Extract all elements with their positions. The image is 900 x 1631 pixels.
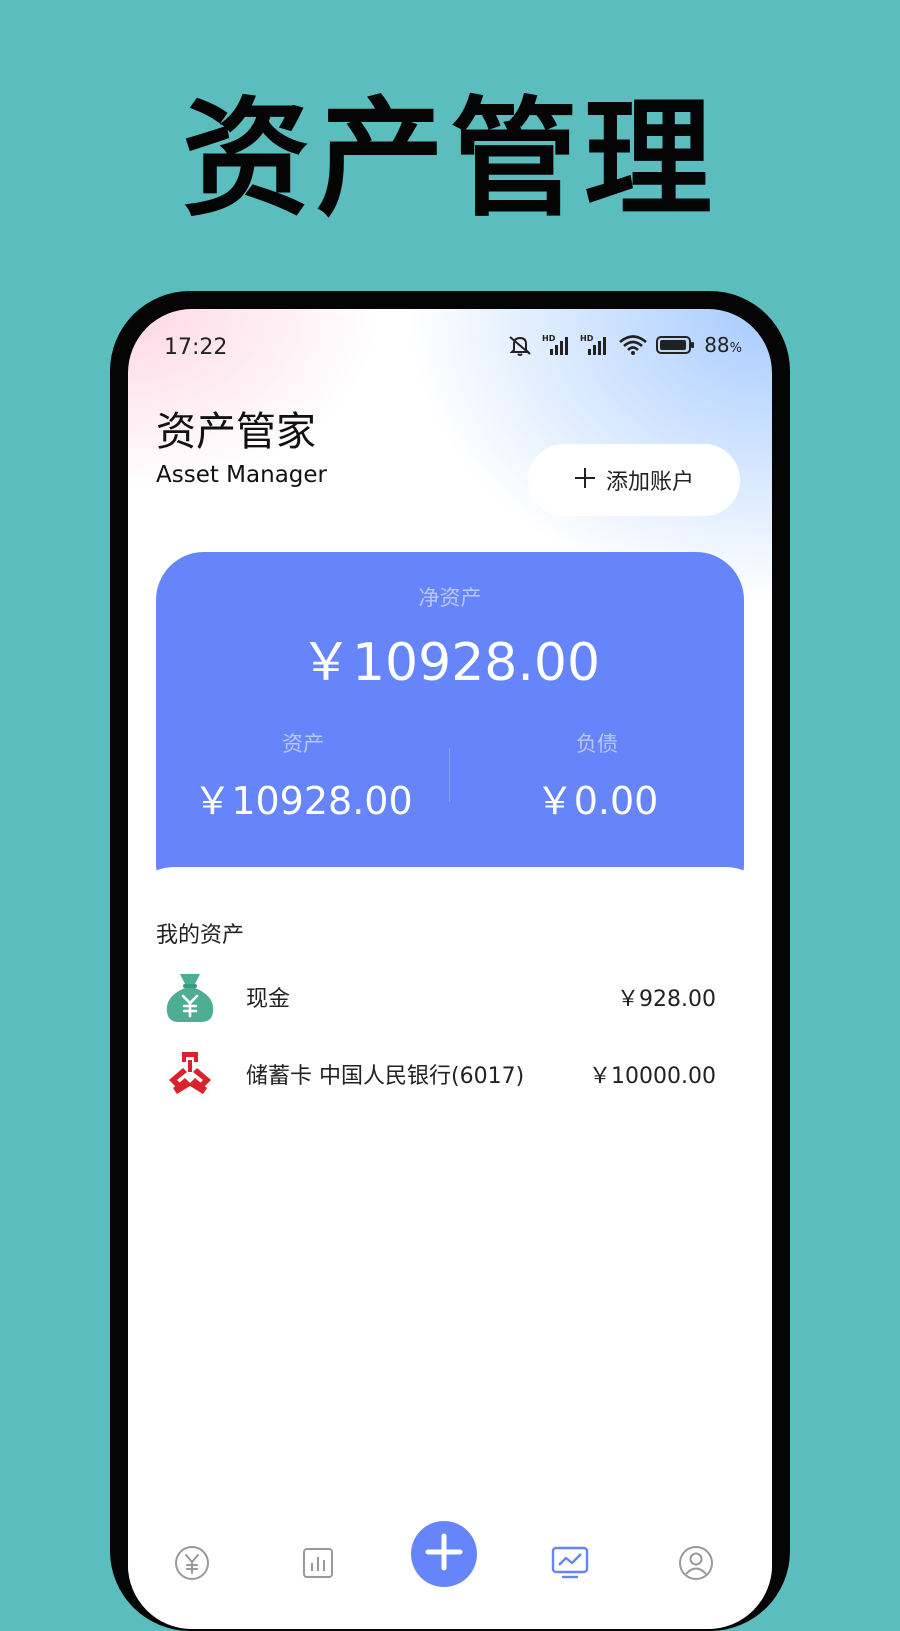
bank-logo-icon bbox=[156, 1044, 224, 1104]
asset-name: 储蓄卡 中国人民银行(6017) bbox=[246, 1064, 525, 1089]
hd-signal-icon: HD bbox=[542, 333, 572, 357]
asset-row-bank-card[interactable]: 储蓄卡 中国人民银行(6017) ￥10000.00 bbox=[156, 1039, 716, 1109]
assets-label: 资产 bbox=[282, 732, 324, 756]
assets-sheet: 我的资产 现金 ￥928.00 储蓄卡 中国人民银行(6017) ￥10000.… bbox=[128, 867, 772, 1629]
mute-icon bbox=[506, 333, 534, 357]
nav-statistics[interactable] bbox=[298, 1545, 338, 1585]
yuan-icon bbox=[173, 1544, 211, 1586]
svg-text:HD: HD bbox=[542, 334, 556, 343]
bar-chart-icon bbox=[300, 1545, 336, 1585]
net-assets-value: ￥10928.00 bbox=[299, 633, 601, 693]
add-account-label: 添加账户 bbox=[605, 470, 694, 495]
app-title: 资产管家 bbox=[156, 409, 316, 455]
hd-signal-icon: HD bbox=[580, 333, 610, 357]
svg-text:HD: HD bbox=[580, 334, 594, 343]
asset-amount: ￥10000.00 bbox=[589, 1064, 716, 1089]
liabilities-label: 负债 bbox=[576, 732, 618, 756]
add-account-button[interactable]: 添加账户 bbox=[528, 444, 740, 516]
nav-add-record-button[interactable] bbox=[411, 1521, 477, 1587]
status-bar: 17:22 HD HD 88% bbox=[128, 309, 772, 379]
liabilities-total: 负债 ￥0.00 bbox=[450, 728, 744, 825]
trend-chart-icon bbox=[550, 1544, 590, 1586]
phone-frame: 17:22 HD HD 88% 资产管家 Asset Manager 添加账户 … bbox=[110, 291, 790, 1631]
asset-amount: ￥928.00 bbox=[617, 987, 716, 1012]
battery-percent: 88% bbox=[704, 333, 742, 357]
asset-name: 现金 bbox=[246, 987, 291, 1012]
nav-yuan[interactable] bbox=[172, 1545, 212, 1585]
asset-row-cash[interactable]: 现金 ￥928.00 bbox=[156, 962, 716, 1032]
net-assets-label: 净资产 bbox=[418, 586, 482, 610]
app-screen: 17:22 HD HD 88% 资产管家 Asset Manager 添加账户 … bbox=[128, 309, 772, 1629]
nav-profile[interactable] bbox=[676, 1545, 716, 1585]
nav-assets[interactable] bbox=[550, 1545, 590, 1585]
promo-title: 资产管理 bbox=[181, 85, 718, 234]
money-bag-icon bbox=[156, 967, 224, 1027]
wifi-icon bbox=[618, 333, 648, 357]
app-subtitle: Asset Manager bbox=[156, 462, 327, 488]
profile-icon bbox=[677, 1544, 715, 1586]
my-assets-title: 我的资产 bbox=[156, 923, 245, 948]
battery-icon bbox=[656, 334, 696, 356]
add-icon bbox=[424, 1532, 464, 1576]
summary-card: 净资产 ￥10928.00 资产 ￥10928.00 负债 ￥0.00 bbox=[156, 552, 744, 912]
assets-total: 资产 ￥10928.00 bbox=[156, 728, 450, 825]
liabilities-value: ￥0.00 bbox=[535, 779, 659, 823]
assets-value: ￥10928.00 bbox=[193, 779, 413, 823]
status-time: 17:22 bbox=[164, 335, 228, 360]
plus-icon bbox=[574, 465, 596, 495]
status-icons: HD HD 88% bbox=[506, 333, 742, 357]
bottom-nav bbox=[128, 1521, 772, 1629]
